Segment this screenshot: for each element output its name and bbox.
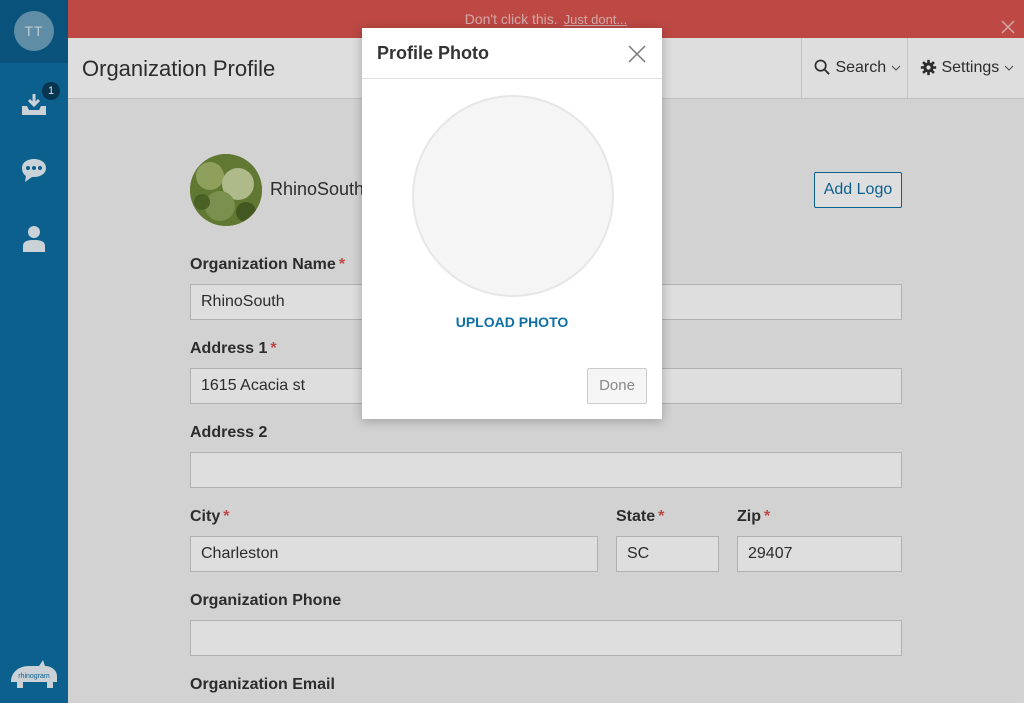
close-icon[interactable] bbox=[627, 44, 647, 64]
modal-divider bbox=[362, 78, 662, 79]
done-button[interactable]: Done bbox=[587, 368, 647, 404]
photo-placeholder bbox=[412, 95, 614, 297]
profile-photo-modal: Profile Photo UPLOAD PHOTO Done bbox=[362, 28, 662, 419]
upload-photo-link[interactable]: UPLOAD PHOTO bbox=[362, 314, 662, 330]
modal-title: Profile Photo bbox=[377, 43, 489, 63]
